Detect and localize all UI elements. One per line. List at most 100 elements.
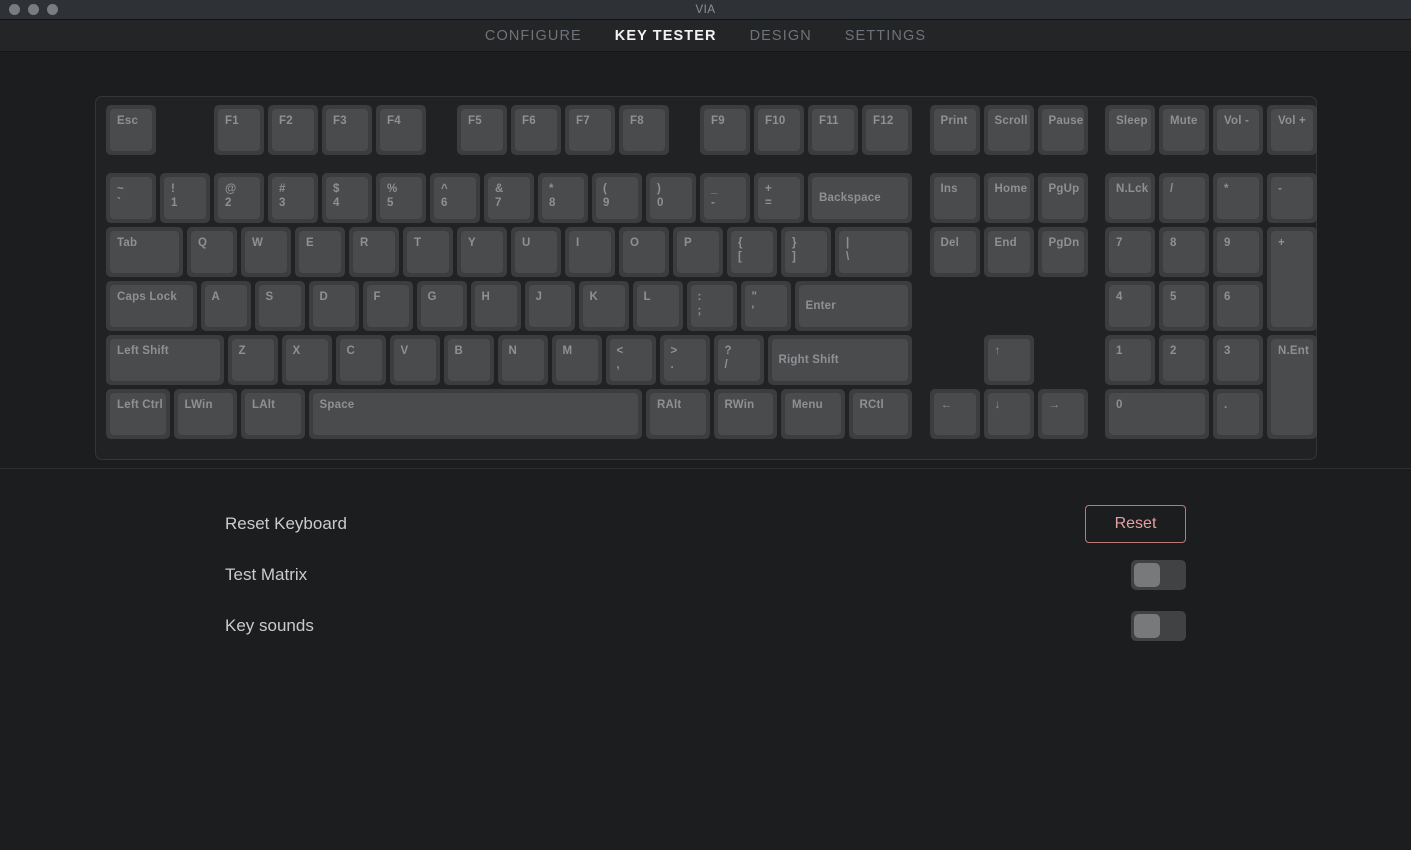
- key--[interactable]: -: [1267, 172, 1317, 223]
- key-f[interactable]: F: [362, 280, 413, 331]
- key-left-ctrl[interactable]: Left Ctrl: [106, 388, 170, 439]
- key-rctl[interactable]: RCtl: [848, 388, 912, 439]
- key-+[interactable]: +: [1267, 226, 1317, 331]
- key-y[interactable]: Y: [457, 226, 507, 277]
- key-{-[[interactable]: { [: [727, 226, 777, 277]
- key-g[interactable]: G: [416, 280, 467, 331]
- key-5[interactable]: 5: [1159, 280, 1209, 331]
- key-u[interactable]: U: [511, 226, 561, 277]
- key-pgup[interactable]: PgUp: [1037, 172, 1088, 223]
- key-f8[interactable]: F8: [619, 105, 669, 155]
- key-1[interactable]: 1: [1105, 334, 1155, 385]
- key-f5[interactable]: F5: [457, 105, 507, 155]
- key-8[interactable]: 8: [1159, 226, 1209, 277]
- key-&-7[interactable]: & 7: [484, 172, 534, 223]
- key-x[interactable]: X: [281, 334, 332, 385]
- key-pgdn[interactable]: PgDn: [1037, 226, 1088, 277]
- key->-.[interactable]: > .: [659, 334, 710, 385]
- key-m[interactable]: M: [551, 334, 602, 385]
- key-i[interactable]: I: [565, 226, 615, 277]
- key-print[interactable]: Print: [929, 105, 980, 155]
- key-(-9[interactable]: ( 9: [592, 172, 642, 223]
- key-vol-+[interactable]: Vol +: [1267, 105, 1317, 155]
- key-b[interactable]: B: [443, 334, 494, 385]
- key-↑[interactable]: ↑: [983, 334, 1034, 385]
- key-z[interactable]: Z: [227, 334, 278, 385]
- key-!-1[interactable]: ! 1: [160, 172, 210, 223]
- key-f10[interactable]: F10: [754, 105, 804, 155]
- toggle-switch[interactable]: [1131, 559, 1186, 590]
- key-lalt[interactable]: LAlt: [241, 388, 305, 439]
- key-_--[interactable]: _ -: [700, 172, 750, 223]
- key-~-`[interactable]: ~ `: [106, 172, 156, 223]
- key-del[interactable]: Del: [929, 226, 980, 277]
- key-↓[interactable]: ↓: [983, 388, 1034, 439]
- key-/[interactable]: /: [1159, 172, 1209, 223]
- key-f12[interactable]: F12: [862, 105, 912, 155]
- key-s[interactable]: S: [254, 280, 305, 331]
- key-$-4[interactable]: $ 4: [322, 172, 372, 223]
- key-tab[interactable]: Tab: [106, 226, 183, 277]
- nav-tab-configure[interactable]: CONFIGURE: [485, 28, 582, 44]
- key-}-][interactable]: } ]: [781, 226, 831, 277]
- key-|-\[interactable]: | \: [835, 226, 912, 277]
- key-→[interactable]: →: [1037, 388, 1088, 439]
- key-f3[interactable]: F3: [322, 105, 372, 155]
- key-3[interactable]: 3: [1213, 334, 1263, 385]
- key-o[interactable]: O: [619, 226, 669, 277]
- key-left-shift[interactable]: Left Shift: [106, 334, 224, 385]
- key-pause[interactable]: Pause: [1037, 105, 1088, 155]
- key-7[interactable]: 7: [1105, 226, 1155, 277]
- key-d[interactable]: D: [308, 280, 359, 331]
- key-%-5[interactable]: % 5: [376, 172, 426, 223]
- key-←[interactable]: ←: [929, 388, 980, 439]
- key-f11[interactable]: F11: [808, 105, 858, 155]
- key-rwin[interactable]: RWin: [713, 388, 777, 439]
- key-9[interactable]: 9: [1213, 226, 1263, 277]
- key-f7[interactable]: F7: [565, 105, 615, 155]
- key-enter[interactable]: Enter: [794, 280, 912, 331]
- key-sleep[interactable]: Sleep: [1105, 105, 1155, 155]
- key-r[interactable]: R: [349, 226, 399, 277]
- key-f6[interactable]: F6: [511, 105, 561, 155]
- key-#-3[interactable]: # 3: [268, 172, 318, 223]
- key-lwin[interactable]: LWin: [173, 388, 237, 439]
- key-k[interactable]: K: [578, 280, 629, 331]
- nav-tab-key-tester[interactable]: KEY TESTER: [615, 28, 717, 44]
- key-f2[interactable]: F2: [268, 105, 318, 155]
- key-end[interactable]: End: [983, 226, 1034, 277]
- key-6[interactable]: 6: [1213, 280, 1263, 331]
- key-vol--[interactable]: Vol -: [1213, 105, 1263, 155]
- nav-tab-settings[interactable]: SETTINGS: [845, 28, 926, 44]
- key-j[interactable]: J: [524, 280, 575, 331]
- key-f4[interactable]: F4: [376, 105, 426, 155]
- key-t[interactable]: T: [403, 226, 453, 277]
- key-2[interactable]: 2: [1159, 334, 1209, 385]
- key-<-,[interactable]: < ,: [605, 334, 656, 385]
- key-backspace[interactable]: Backspace: [808, 172, 912, 223]
- reset-button[interactable]: Reset: [1085, 504, 1186, 543]
- key-h[interactable]: H: [470, 280, 521, 331]
- key-f1[interactable]: F1: [214, 105, 264, 155]
- key-v[interactable]: V: [389, 334, 440, 385]
- key-0[interactable]: 0: [1105, 388, 1209, 439]
- key-mute[interactable]: Mute: [1159, 105, 1209, 155]
- key-menu[interactable]: Menu: [781, 388, 845, 439]
- key-"-'[interactable]: " ': [740, 280, 791, 331]
- key-4[interactable]: 4: [1105, 280, 1155, 331]
- key-n.ent[interactable]: N.Ent: [1267, 334, 1317, 439]
- key-?-/[interactable]: ? /: [713, 334, 764, 385]
- key-q[interactable]: Q: [187, 226, 237, 277]
- key-:-;[interactable]: : ;: [686, 280, 737, 331]
- key-space[interactable]: Space: [308, 388, 642, 439]
- key-w[interactable]: W: [241, 226, 291, 277]
- key-*-8[interactable]: * 8: [538, 172, 588, 223]
- key-+-=[interactable]: + =: [754, 172, 804, 223]
- key-right-shift[interactable]: Right Shift: [767, 334, 912, 385]
- nav-tab-design[interactable]: DESIGN: [750, 28, 812, 44]
- key-scroll[interactable]: Scroll: [983, 105, 1034, 155]
- key-caps-lock[interactable]: Caps Lock: [106, 280, 197, 331]
- key-ins[interactable]: Ins: [929, 172, 980, 223]
- key-home[interactable]: Home: [983, 172, 1034, 223]
- key-p[interactable]: P: [673, 226, 723, 277]
